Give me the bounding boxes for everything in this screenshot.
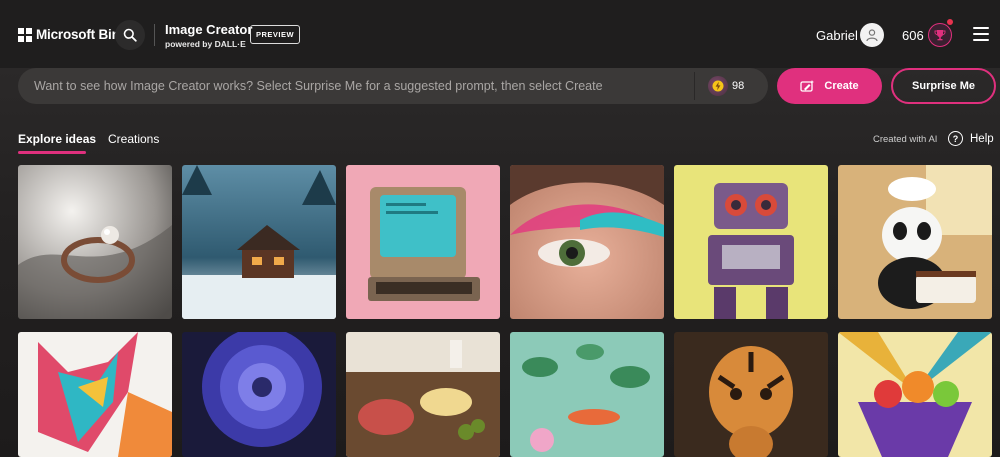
search-icon	[123, 28, 137, 42]
gallery-image-fruit-bowl[interactable]	[838, 332, 992, 457]
gallery-image-wolf[interactable]	[18, 332, 172, 457]
preview-badge: PREVIEW	[250, 25, 300, 44]
tab-explore-ideas[interactable]: Explore ideas	[18, 132, 96, 146]
gallery-image-dahlia[interactable]	[182, 332, 336, 457]
surprise-label: Surprise Me	[912, 80, 975, 92]
gallery-image-cabin[interactable]	[182, 165, 336, 319]
header-divider	[154, 24, 155, 46]
gallery-image-tigers[interactable]	[674, 332, 828, 457]
boost-count: 98	[732, 80, 745, 92]
create-button[interactable]: Create	[777, 68, 882, 104]
help-link[interactable]: Help	[970, 133, 994, 145]
app-subtitle: powered by DALL·E	[165, 39, 246, 49]
boost-divider	[694, 72, 695, 100]
trophy-icon	[934, 30, 946, 41]
create-label: Create	[824, 80, 859, 92]
avatar[interactable]	[860, 23, 884, 47]
ms-logo-icon	[18, 27, 32, 42]
gallery-image-ring[interactable]	[18, 165, 172, 319]
user-icon	[866, 29, 878, 42]
gallery-image-panda[interactable]	[838, 165, 992, 319]
gallery-image-robot[interactable]	[674, 165, 828, 319]
gallery-image-koi[interactable]	[510, 332, 664, 457]
app-title[interactable]: Image Creator	[165, 22, 252, 37]
surprise-me-button[interactable]: Surprise Me	[891, 68, 996, 104]
create-icon	[800, 80, 815, 92]
gallery-image-eye[interactable]	[510, 165, 664, 319]
brand-name: Microsoft Bing	[36, 27, 128, 42]
menu-icon[interactable]	[973, 27, 989, 41]
user-name[interactable]: Gabriel	[816, 28, 858, 43]
boost-icon[interactable]	[708, 76, 728, 96]
gallery-image-computer[interactable]	[346, 165, 500, 319]
reward-points[interactable]: 606	[902, 28, 924, 43]
search-button[interactable]	[115, 20, 145, 50]
created-with-ai-label: Created with AI	[873, 134, 938, 145]
prompt-input[interactable]: Want to see how Image Creator works? Sel…	[18, 68, 768, 104]
bing-logo[interactable]: Microsoft Bing	[18, 27, 128, 42]
rewards-button[interactable]	[928, 23, 952, 47]
top-bar: Microsoft Bing Image Creator powered by …	[0, 0, 1000, 68]
tab-creations[interactable]: Creations	[108, 132, 159, 146]
active-tab-indicator	[18, 151, 86, 154]
prompt-placeholder[interactable]: Want to see how Image Creator works? Sel…	[34, 79, 603, 93]
gallery-image-charcuterie[interactable]	[346, 332, 500, 457]
help-icon[interactable]: ?	[948, 131, 963, 146]
notification-dot	[947, 19, 953, 25]
